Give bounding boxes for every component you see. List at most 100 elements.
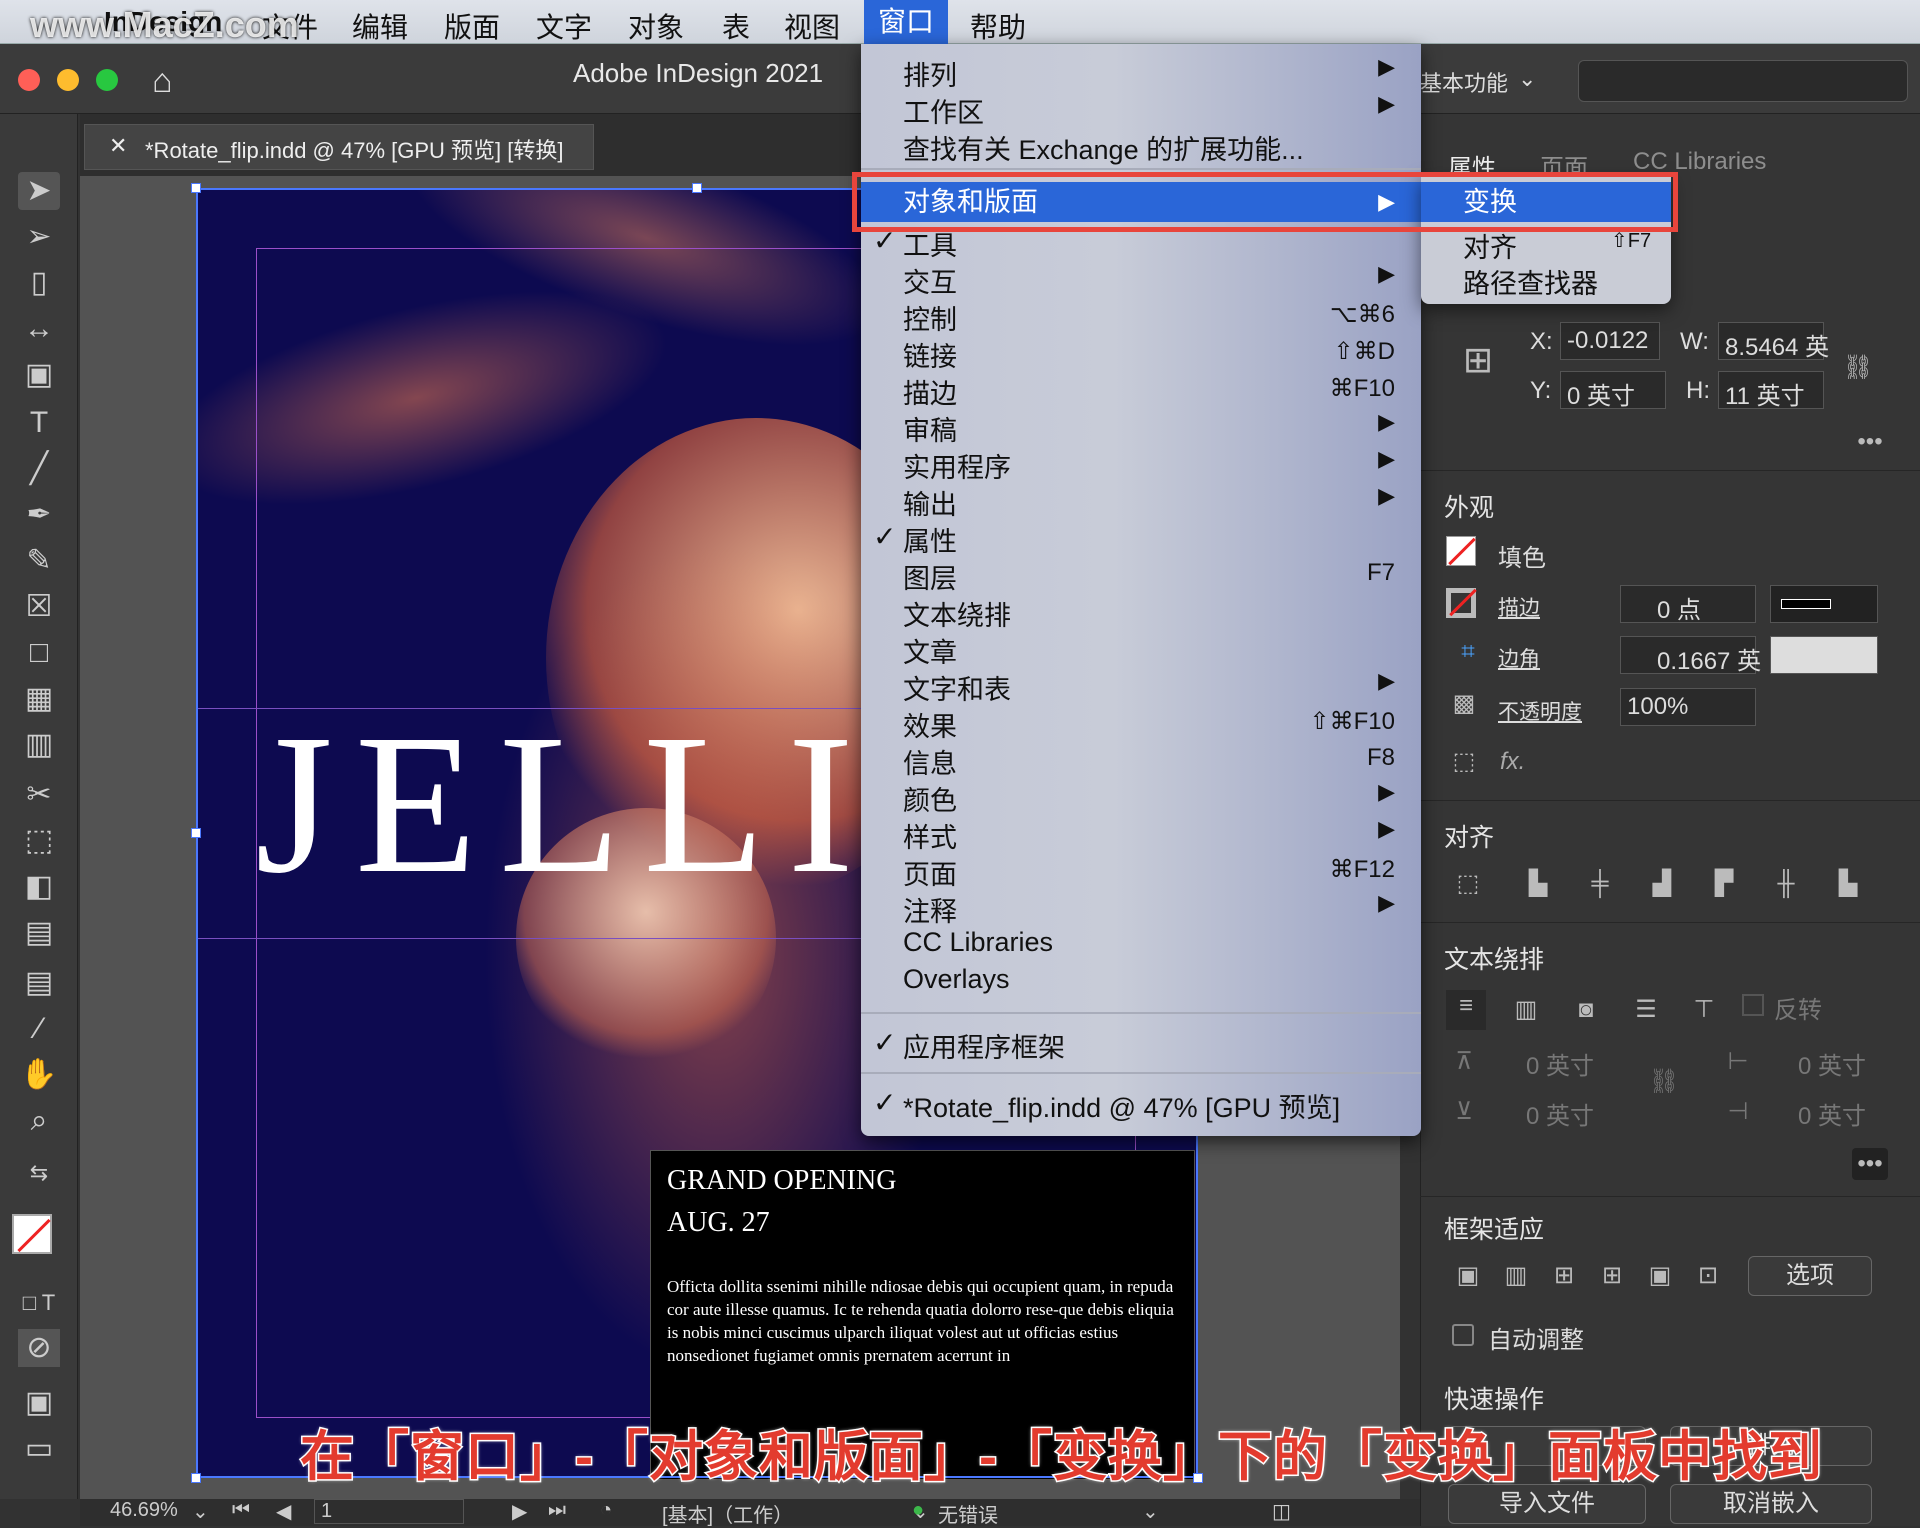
fit-frame-to-content-icon[interactable]: ⊞ [1546,1260,1582,1292]
menu-item-styles[interactable]: 样式 ▶ [861,816,1421,853]
rectangle-frame-tool-icon[interactable]: ☒ [18,588,60,626]
menu-item-open-document[interactable]: ✓ *Rotate_flip.indd @ 47% [GPU 预览] [861,1086,1421,1123]
submenu-item-pathfinder[interactable]: 路径查找器 [1463,262,1598,301]
table-tool-icon[interactable]: ▦ [18,680,60,718]
menu-item-links[interactable]: 链接 ⇧⌘D [861,335,1421,372]
search-input[interactable] [1578,60,1908,102]
menu-type[interactable]: 文字 [536,6,592,46]
wrap-bounding-box-icon[interactable]: ▥ [1508,994,1544,1026]
swap-colors-icon[interactable]: ⇆ [18,1154,60,1192]
left-offset-field[interactable]: 0 英寸 [1798,1046,1866,1081]
corner-options-icon[interactable]: ⌗ [1450,636,1486,668]
direct-selection-tool-icon[interactable]: ➢ [18,218,60,256]
stroke-color-icon[interactable] [1446,588,1477,618]
menu-item-pages[interactable]: 页面 ⌘F12 [861,853,1421,890]
last-page-icon[interactable]: ⏭ [548,1499,566,1522]
workspace-switcher[interactable]: 基本功能 [1420,66,1508,98]
menu-item-properties[interactable]: ✓ 属性 [861,520,1421,557]
type-tool-icon[interactable]: T [18,404,60,442]
menu-object[interactable]: 对象 [628,6,684,46]
minimize-window-button[interactable] [57,69,79,91]
menu-item-arrange[interactable]: 排列 ▶ [861,54,1421,91]
no-wrap-icon[interactable]: ≡ [1446,990,1486,1030]
invert-checkbox[interactable] [1742,994,1764,1016]
scissors-tool-icon[interactable]: ✂ [18,776,60,814]
resize-handle[interactable] [191,1473,201,1483]
close-window-button[interactable] [18,69,40,91]
menu-help[interactable]: 帮助 [970,6,1026,46]
fill-frame-proportionally-icon[interactable]: ▣ [1450,1260,1486,1292]
zoom-window-button[interactable] [96,69,118,91]
menu-window[interactable]: 窗口 [864,0,949,44]
menu-item-text-wrap[interactable]: 文本绕排 [861,594,1421,631]
w-field[interactable]: 8.5464 英 [1718,322,1829,361]
corner-shape-dropdown[interactable] [1770,636,1878,674]
document-tab[interactable]: ✕ *Rotate_flip.indd @ 47% [GPU 预览] [转换] [84,124,594,170]
wrap-more-options-icon[interactable]: ••• [1852,1148,1888,1180]
previous-page-icon[interactable]: ◀ [276,1499,291,1524]
zoom-level[interactable]: 46.69% [110,1499,178,1522]
menu-item-control[interactable]: 控制 ⌥⌘6 [861,298,1421,335]
menu-edit[interactable]: 编辑 [352,6,408,46]
right-offset-field[interactable]: 0 英寸 [1798,1096,1866,1131]
fit-content-to-frame-icon[interactable]: ⊞ [1594,1260,1630,1292]
note-tool-icon[interactable]: ▤ [18,964,60,1002]
menu-item-type-tables[interactable]: 文字和表 ▶ [861,668,1421,705]
menu-item-review[interactable]: 审稿 ▶ [861,409,1421,446]
resize-handle[interactable] [191,183,201,193]
top-offset-field[interactable]: 0 英寸 [1526,1046,1594,1081]
opacity-field[interactable]: 100% [1620,688,1756,726]
menu-item-output[interactable]: 输出 ▶ [861,483,1421,520]
pencil-tool-icon[interactable]: ✎ [18,542,60,580]
fit-content-proportionally-icon[interactable]: ▥ [1498,1260,1534,1292]
zoom-tool-icon[interactable]: ⌕ [18,1102,60,1140]
menu-layout[interactable]: 版面 [444,6,500,46]
menu-item-notes[interactable]: 注释 ▶ [861,890,1421,927]
page-number-field[interactable]: 1 [314,1499,464,1524]
fitting-options-button[interactable]: 选项 [1748,1256,1872,1296]
menu-item-overlays[interactable]: Overlays [861,964,1421,1001]
page-tool-icon[interactable]: ▯ [18,264,60,302]
x-field[interactable]: -0.0122 [1560,322,1660,360]
screen-mode-icon[interactable]: ▭ [18,1430,60,1468]
opacity-label[interactable]: 不透明度 [1498,696,1582,726]
menu-item-app-frame[interactable]: ✓ 应用程序框架 [861,1026,1421,1063]
hand-tool-icon[interactable]: ✋ [18,1056,60,1094]
bottom-offset-field[interactable]: 0 英寸 [1526,1096,1594,1131]
menu-item-layers[interactable]: 图层 F7 [861,557,1421,594]
preflight-profile[interactable]: [基本]（工作） [662,1499,793,1528]
chevron-down-icon[interactable]: ⌄ [1142,1499,1159,1524]
link-offsets-icon[interactable]: ⛓ [1646,1066,1682,1098]
jump-object-icon[interactable]: ☰ [1628,994,1664,1026]
stroke-weight-field[interactable]: 0 点 [1620,585,1756,624]
fx-button[interactable]: fx. [1500,748,1525,776]
gradient-swatch-tool-icon[interactable]: ◧ [18,868,60,906]
align-bottom-icon[interactable]: ▙ [1830,868,1866,900]
menu-view[interactable]: 视图 [784,6,840,46]
content-aware-fit-icon[interactable]: ⊡ [1690,1260,1726,1292]
gradient-feather-tool-icon[interactable]: ▤ [18,914,60,952]
menu-item-story[interactable]: 文章 [861,631,1421,668]
gap-tool-icon[interactable]: ↔ [18,310,60,348]
formatting-container-icon[interactable]: □ T [18,1284,60,1322]
first-page-icon[interactable]: ⏮ [232,1499,250,1522]
align-top-icon[interactable]: ▛ [1706,868,1742,900]
corner-label[interactable]: 边角 [1498,643,1540,673]
home-icon[interactable]: ⌂ [152,62,173,101]
menu-item-stroke[interactable]: 描边 ⌘F10 [861,372,1421,409]
menu-item-interactive[interactable]: 交互 ▶ [861,261,1421,298]
align-center-icon[interactable]: ╪ [1582,868,1618,900]
line-tool-icon[interactable]: ╱ [18,450,60,488]
free-transform-tool-icon[interactable]: ⬚ [18,822,60,860]
more-options-icon[interactable]: ••• [1852,426,1888,458]
eyedropper-tool-icon[interactable]: ⁄ [18,1010,60,1048]
menu-item-exchange[interactable]: 查找有关 Exchange 的扩展功能... [861,128,1421,165]
apply-none-icon[interactable]: ⊘ [18,1329,60,1367]
fill-color-icon[interactable] [1446,536,1476,566]
corner-size-field[interactable]: 0.1667 英 [1620,636,1761,675]
menu-item-utilities[interactable]: 实用程序 ▶ [861,446,1421,483]
link-proportions-icon[interactable]: ⛓ [1840,352,1876,384]
menu-item-effects[interactable]: 效果 ⇧⌘F10 [861,705,1421,742]
menu-item-cc-libraries[interactable]: CC Libraries [861,927,1421,964]
resize-handle[interactable] [692,183,702,193]
